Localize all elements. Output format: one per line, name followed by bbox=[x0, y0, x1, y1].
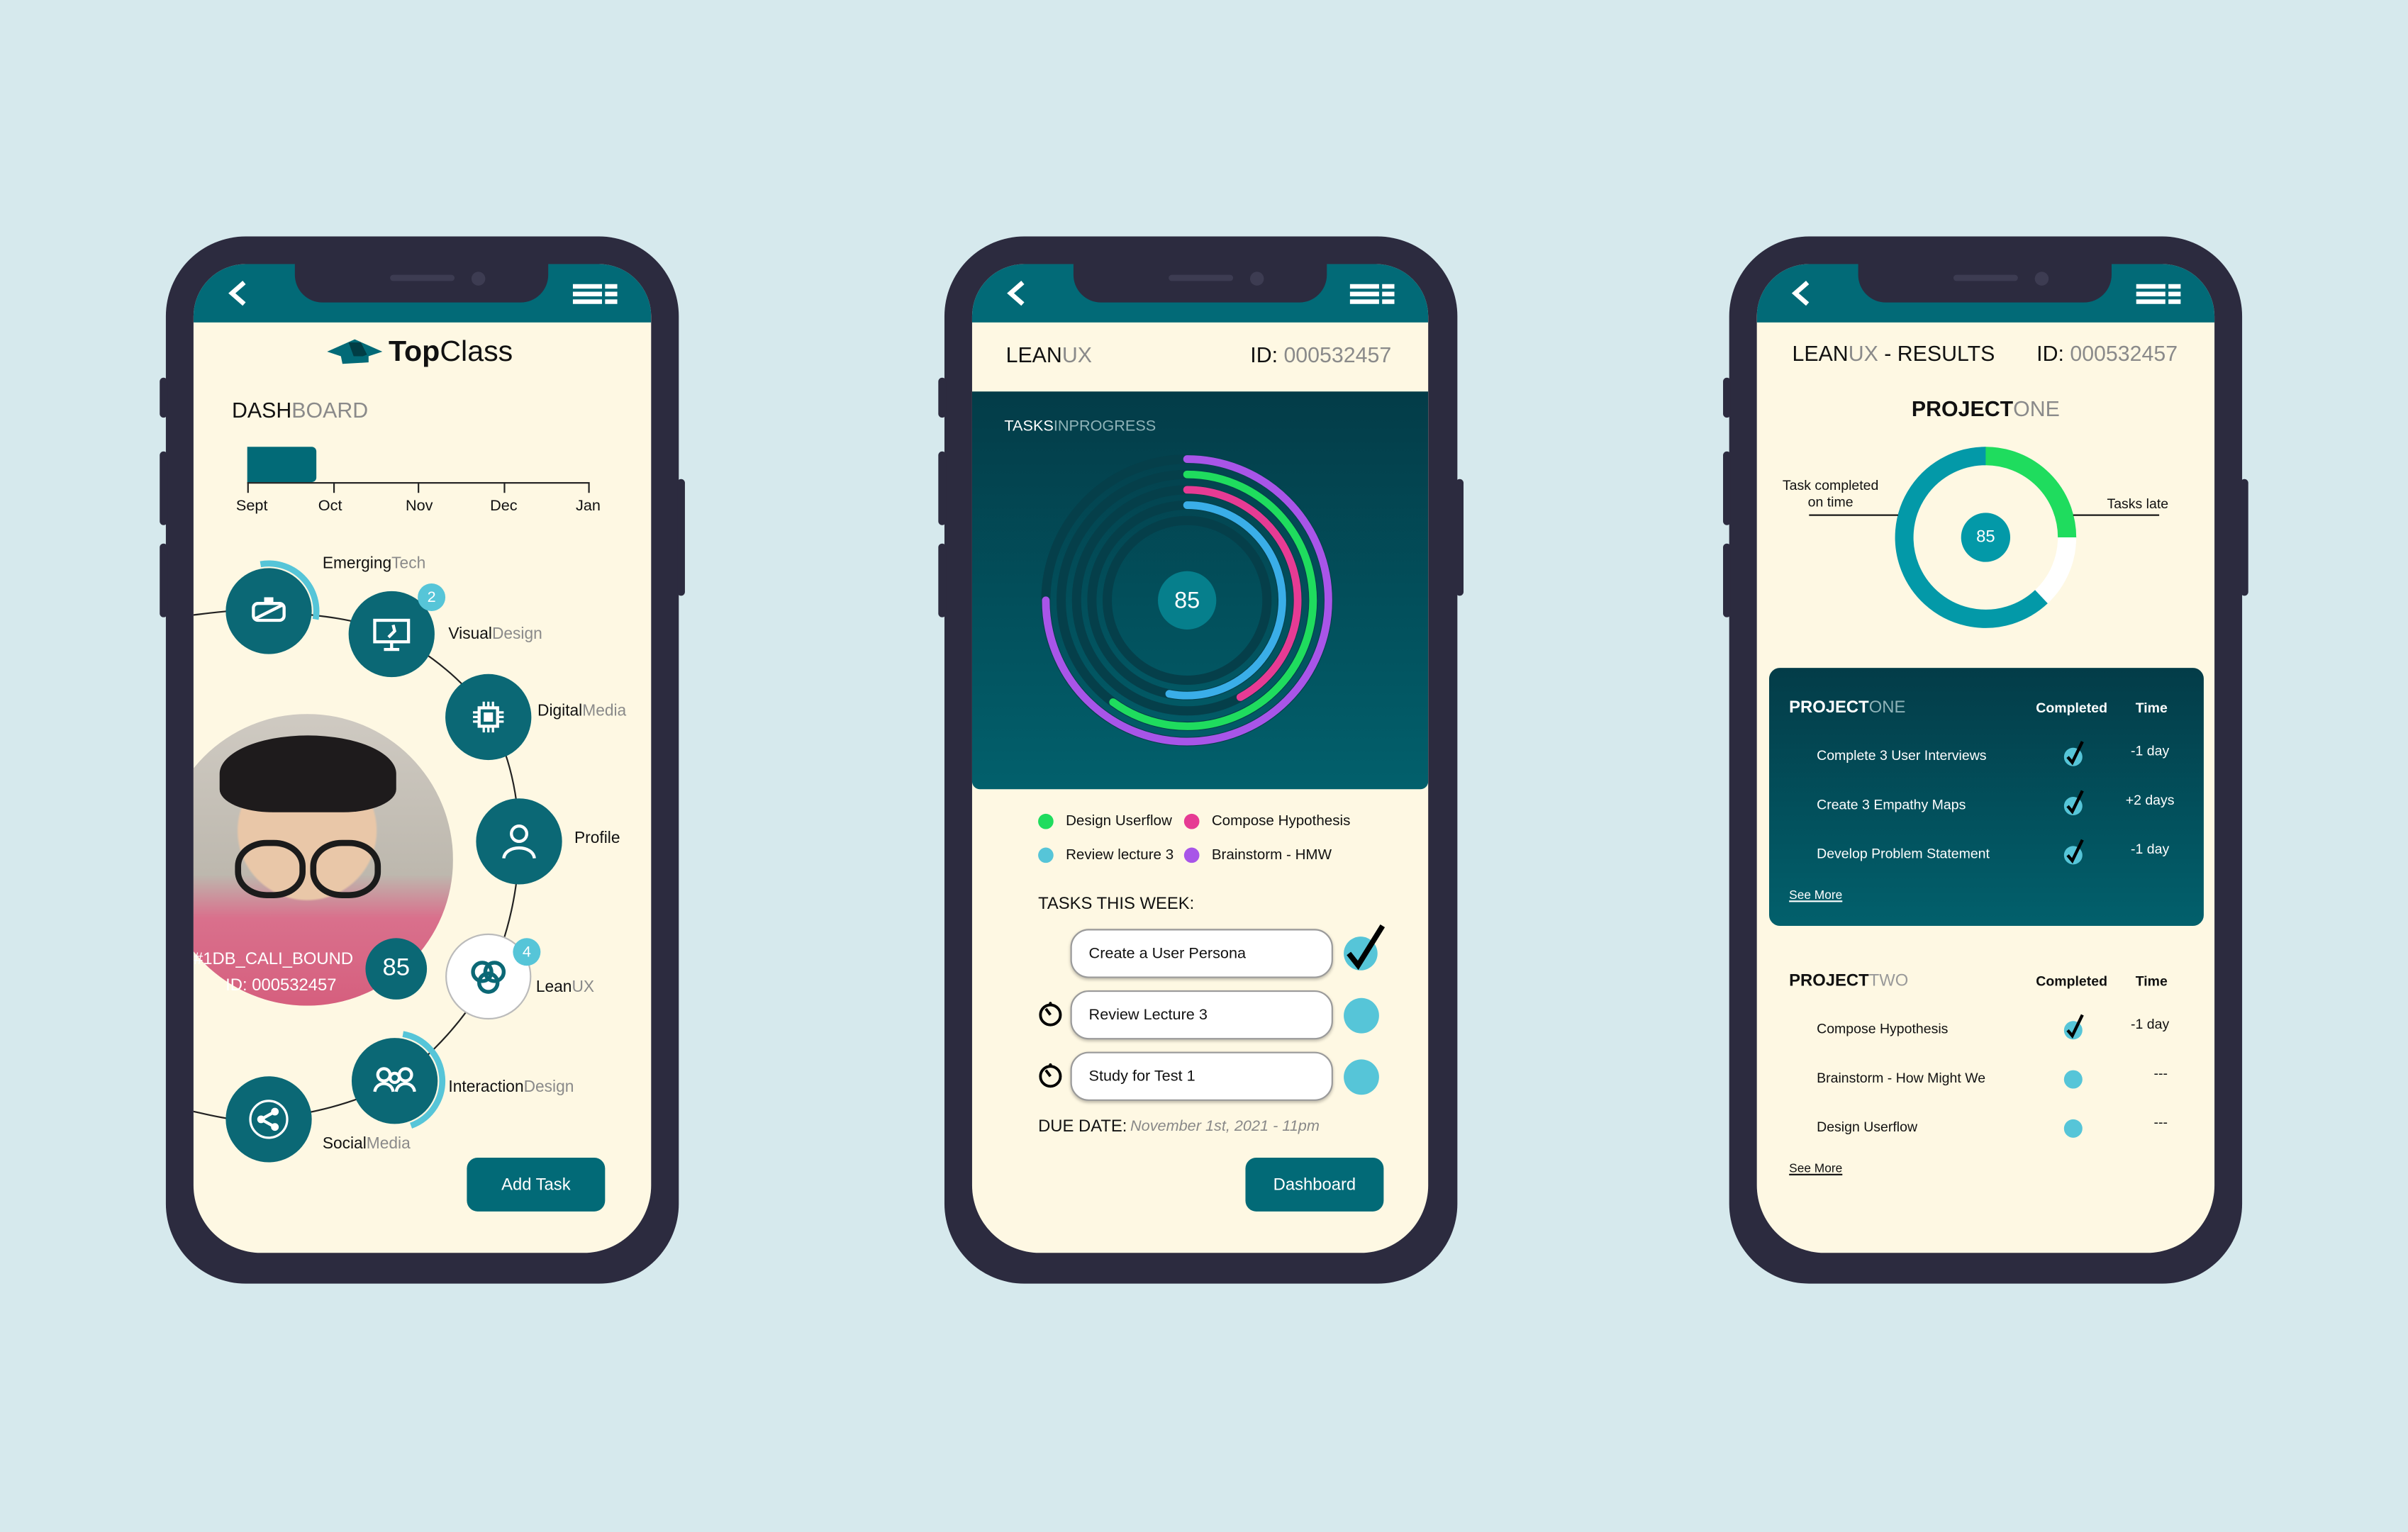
legend-swatch bbox=[1038, 813, 1054, 829]
project-task-time: +2 days bbox=[2125, 792, 2175, 808]
tasks-in-progress-panel: TASKSINPROGRESS 85 bbox=[971, 391, 1429, 790]
course-node-label[interactable]: InteractionDesign bbox=[448, 1078, 574, 1096]
phone-dashboard: TopClass DASHBOARD Sept Oct Nov Dec Jan #1DB… bbox=[160, 236, 685, 1284]
legend-swatch bbox=[1038, 847, 1054, 863]
donut-segment bbox=[2034, 537, 2077, 604]
project-task-name: Complete 3 User Interviews bbox=[1817, 747, 1987, 764]
task-item[interactable]: Create a User Persona bbox=[1070, 929, 1333, 978]
course-node-label[interactable]: LeanUX bbox=[536, 978, 594, 997]
group-icon bbox=[373, 1067, 416, 1092]
task-item[interactable]: Review Lecture 3 bbox=[1070, 990, 1333, 1040]
course-node-label[interactable]: EmergingTech bbox=[323, 554, 425, 573]
project-task-name: Create 3 Empathy Maps bbox=[1817, 797, 1966, 812]
course-node-label[interactable]: SocialMedia bbox=[323, 1135, 411, 1153]
leader-line bbox=[1809, 514, 1898, 516]
legend-swatch bbox=[1183, 847, 1200, 863]
chip-icon bbox=[473, 701, 504, 733]
status-pending bbox=[2063, 1070, 2083, 1089]
course-node-emergingtech[interactable] bbox=[225, 568, 312, 654]
mockup-canvas: TopClass DASHBOARD Sept Oct Nov Dec Jan #1DB… bbox=[0, 0, 2408, 1532]
tasks-heading: TASKS THIS WEEK: bbox=[1038, 895, 1195, 914]
screen: LEANUX ID: 000532457 TASKSINPROGRESS 85 … bbox=[971, 264, 1429, 1253]
project-task-time: -1 day bbox=[2131, 1016, 2170, 1032]
add-task-button[interactable]: Add Task bbox=[467, 1158, 606, 1212]
see-more-link[interactable]: See More bbox=[1789, 1161, 1842, 1175]
project-task-time: -1 day bbox=[2131, 841, 2170, 857]
vr-headset-icon bbox=[252, 597, 286, 622]
course-node-label[interactable]: DigitalMedia bbox=[537, 702, 626, 720]
student-id: ID: 000532457 bbox=[1250, 342, 1392, 367]
project_two-title: PROJECTTWO bbox=[1789, 971, 1909, 990]
user-icon bbox=[502, 824, 536, 859]
task-item[interactable]: Study for Test 1 bbox=[1070, 1051, 1333, 1101]
project-task-name: Develop Problem Statement bbox=[1817, 846, 1990, 862]
header-bar bbox=[971, 264, 1429, 323]
project-donut-chart bbox=[1895, 447, 2077, 628]
phone-results: LEANUX - RESULTS ID: 000532457 PROJECTON… bbox=[1723, 236, 2248, 1284]
check-icon bbox=[2063, 839, 2084, 865]
check-icon bbox=[2063, 741, 2084, 766]
notification-badge: 2 bbox=[418, 583, 446, 611]
legend-label: Brainstorm - HMW bbox=[1211, 846, 1332, 864]
legend-label: Design Userflow bbox=[1066, 812, 1172, 830]
legend-swatch bbox=[1183, 813, 1200, 829]
column-header-completed: Completed bbox=[2036, 700, 2108, 716]
share-icon bbox=[249, 1100, 289, 1139]
task-status-toggle[interactable] bbox=[1344, 997, 1379, 1034]
back-icon[interactable] bbox=[1004, 279, 1029, 307]
label-on-time-2: on time bbox=[1807, 494, 1854, 510]
course-node-label[interactable]: VisualDesign bbox=[448, 625, 542, 643]
project-task-name: Compose Hypothesis bbox=[1817, 1021, 1949, 1036]
project_one-title: PROJECTONE bbox=[1789, 698, 1906, 717]
rings-score: 85 bbox=[1158, 571, 1217, 630]
due-date-value: November 1st, 2021 - 11pm bbox=[1130, 1118, 1320, 1136]
column-header-time: Time bbox=[2135, 973, 2168, 989]
screen: LEANUX - RESULTS ID: 000532457 PROJECTON… bbox=[1756, 264, 2215, 1253]
label-late: Tasks late bbox=[2107, 496, 2169, 512]
project-task-time: -1 day bbox=[2131, 743, 2170, 759]
course-node-label[interactable]: Profile bbox=[574, 829, 620, 848]
course-node-socialmedia[interactable] bbox=[225, 1076, 312, 1163]
project-task-name: Design Userflow bbox=[1817, 1119, 1918, 1135]
course-node-digitalmedia[interactable] bbox=[445, 673, 532, 761]
course-node-interactiondesign[interactable] bbox=[351, 1038, 438, 1124]
column-header-completed: Completed bbox=[2036, 973, 2108, 989]
leader-line bbox=[2073, 514, 2160, 516]
check-icon bbox=[1344, 924, 1386, 971]
screen: TopClass DASHBOARD Sept Oct Nov Dec Jan #1DB… bbox=[193, 264, 652, 1253]
see-more-link[interactable]: See More bbox=[1789, 888, 1842, 902]
score-badge: 85 bbox=[365, 938, 428, 1000]
project-task-time: --- bbox=[2153, 1114, 2168, 1131]
course-node-profile[interactable] bbox=[476, 798, 562, 885]
status-pending bbox=[2063, 1119, 2083, 1138]
label-on-time: Task completed bbox=[1782, 477, 1879, 493]
phone-leanux: LEANUX ID: 000532457 TASKSINPROGRESS 85 … bbox=[938, 236, 1464, 1284]
legend-label: Review lecture 3 bbox=[1066, 846, 1174, 864]
profile-handle: #1DB_CALI_BOUND bbox=[193, 950, 354, 969]
monitor-design-icon bbox=[373, 618, 411, 652]
page-title: LEANUX bbox=[1005, 342, 1092, 367]
check-icon bbox=[2063, 1014, 2084, 1040]
timer-icon bbox=[1039, 1063, 1062, 1088]
menu-icon[interactable] bbox=[1349, 284, 1395, 304]
notification-badge: 4 bbox=[513, 938, 541, 966]
task-status-toggle[interactable] bbox=[1344, 1059, 1379, 1095]
venn-icon bbox=[471, 961, 506, 994]
timer-icon bbox=[1039, 1002, 1062, 1027]
project-task-time: --- bbox=[2153, 1066, 2168, 1081]
legend-label: Compose Hypothesis bbox=[1211, 812, 1351, 830]
due-date-label: DUE DATE: bbox=[1038, 1117, 1127, 1136]
donut-score: 85 bbox=[1961, 513, 2011, 562]
profile-id: ID: 000532457 bbox=[225, 976, 337, 995]
check-icon bbox=[2063, 790, 2084, 816]
dashboard-button[interactable]: Dashboard bbox=[1245, 1158, 1384, 1212]
column-header-time: Time bbox=[2135, 700, 2168, 716]
project-task-name: Brainstorm - How Might We bbox=[1817, 1070, 1986, 1086]
